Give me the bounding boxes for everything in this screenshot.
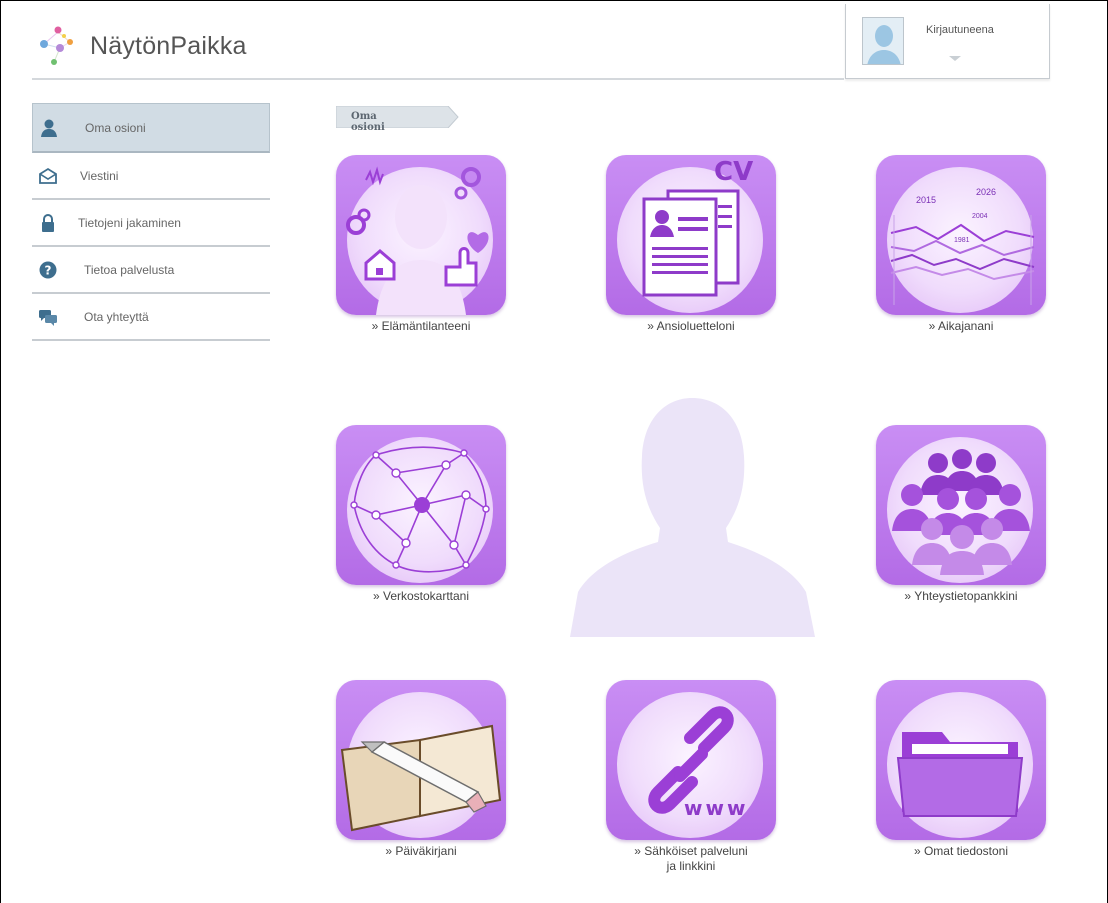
tile-label: » Ansioluetteloni [647,319,735,333]
tile-yhteystietopankkini[interactable]: » Yhteystietopankkini [876,425,1046,604]
tile-label: » Päiväkirjani [385,844,457,858]
folder-icon [876,680,1046,840]
avatar [862,17,904,65]
timeline-icon: 2015 2026 2004 1981 [876,155,1046,315]
link-chain-icon: www [606,680,776,840]
tile-omat-tiedostoni[interactable]: » Omat tiedostoni [876,680,1046,859]
tile-label-line2: ja linkkini [666,859,716,873]
profile-silhouette [570,398,815,637]
sidebar-item-label: Oma osioni [85,120,146,135]
timeline-year-label: 1981 [954,237,970,244]
contacts-group-icon [876,425,1046,585]
tile-label: » Elämäntilanteeni [371,319,471,333]
tile-label: » Sähköiset palveluni [634,844,748,858]
chat-icon [38,307,58,327]
cv-badge: CV [714,157,754,187]
sidebar-item-label: Tietoa palvelusta [84,262,175,277]
tile-verkostokarttani[interactable]: » Verkostokarttani [336,425,506,604]
header-divider [32,78,844,80]
breadcrumb-label: Oma osioni [351,111,385,133]
timeline-year-label: 2004 [972,213,988,220]
tile-label: » Aikajanani [928,319,994,333]
diary-icon [336,680,506,840]
timeline-year-label: 2026 [976,187,997,197]
tile-elamantilanteeni[interactable]: » Elämäntilanteeni [336,155,506,334]
cv-document-icon: CV [606,155,776,315]
app-name: NäytönPaikka [90,31,247,60]
logo-network-icon [40,26,73,65]
tile-sahkoiset-palveluni[interactable]: www » Sähköiset palveluni ja linkkini [606,680,776,874]
sidebar-item-viestini[interactable]: Viestini [32,153,270,200]
www-badge: www [684,796,749,820]
tile-paivakirjani[interactable]: » Päiväkirjani [336,680,506,859]
app-logo[interactable]: NäytönPaikka [34,16,284,76]
chevron-down-icon[interactable] [949,56,961,61]
user-menu[interactable]: Kirjautuneena [845,4,1050,79]
user-silhouette-icon [863,18,903,64]
sidebar-item-tietojeni-jakaminen[interactable]: Tietojeni jakaminen [32,200,270,247]
tile-label: » Omat tiedostoni [913,844,1009,858]
sidebar-item-label: Ota yhteyttä [84,309,149,324]
svg-text:?: ? [45,263,52,277]
sidebar-item-ota-yhteytta[interactable]: Ota yhteyttä [32,294,270,341]
timeline-year-label: 2015 [916,195,937,205]
tile-aikajanani[interactable]: 2015 2026 2004 1981 » Aikajanani [876,155,1046,334]
sidebar-item-label: Viestini [80,168,119,183]
tile-label: » Verkostokarttani [372,589,470,603]
envelope-icon [38,166,58,186]
lock-icon [38,213,58,233]
login-status-label: Kirjautuneena [926,24,994,36]
sidebar: Oma osioni Viestini Tietojeni jakaminen … [32,103,270,341]
sidebar-item-oma-osioni[interactable]: Oma osioni [32,103,270,153]
life-situation-icon [336,155,506,315]
sidebar-item-label: Tietojeni jakaminen [78,215,181,230]
tile-label: » Yhteystietopankkini [904,589,1018,603]
tile-ansioluetteloni[interactable]: CV » Ansioluetteloni [606,155,776,334]
network-map-icon [336,425,506,585]
sidebar-item-tietoa-palvelusta[interactable]: ? Tietoa palvelusta [32,247,270,294]
person-icon [39,118,59,138]
question-icon: ? [38,260,58,280]
